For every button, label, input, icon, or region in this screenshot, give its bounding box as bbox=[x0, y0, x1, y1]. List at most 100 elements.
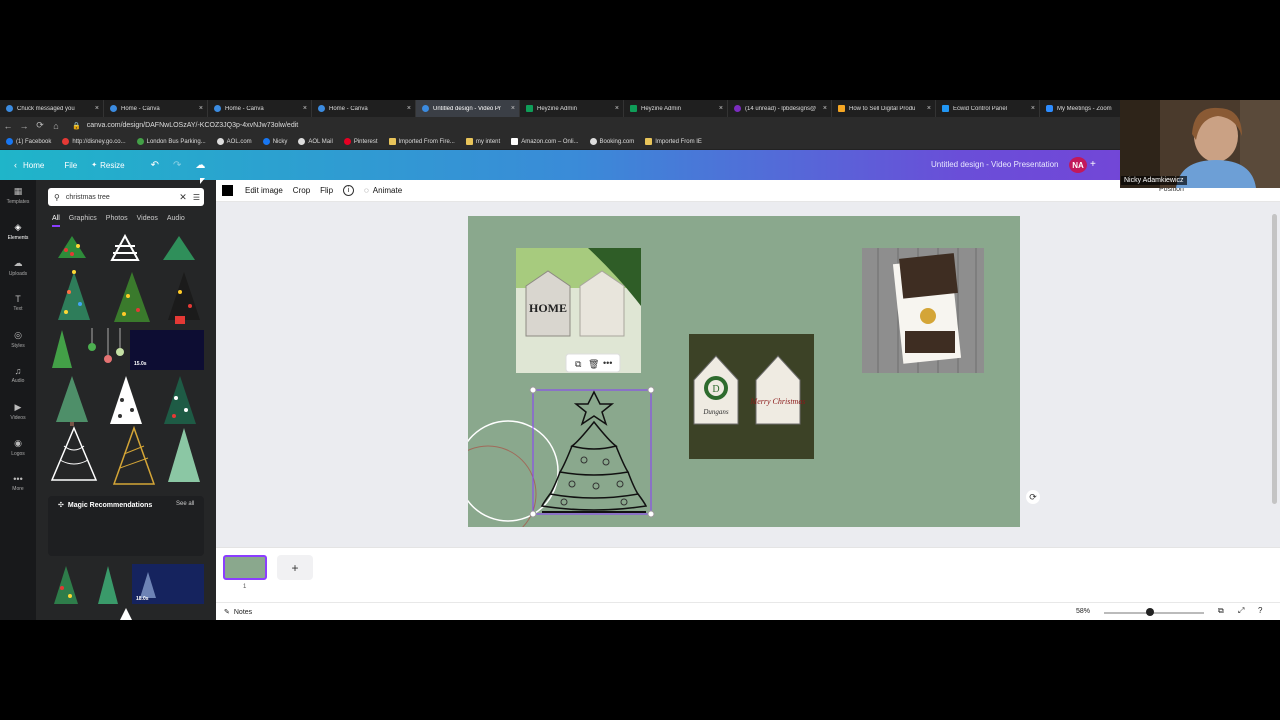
browser-tab-7[interactable]: Heyzine Admin × bbox=[624, 100, 728, 117]
browser-tab-6[interactable]: Heyzine Admin × bbox=[520, 100, 624, 117]
search-box[interactable]: ⚲ christmas tree ✕ ☰ bbox=[48, 188, 204, 206]
tree-result-8[interactable] bbox=[56, 376, 88, 426]
tree-result-15[interactable] bbox=[98, 566, 118, 604]
bookmark-item[interactable]: Booking.com bbox=[589, 138, 634, 145]
browser-tab-3[interactable]: Home - Canva × bbox=[208, 100, 312, 117]
close-tab-icon[interactable]: × bbox=[199, 105, 203, 112]
browser-tab-9[interactable]: How to Sell Digital Produ × bbox=[832, 100, 936, 117]
close-tab-icon[interactable]: × bbox=[511, 105, 515, 112]
home-icon[interactable]: ⌂ bbox=[48, 121, 64, 131]
browser-tab-10[interactable]: Ecwid Control Panel × bbox=[936, 100, 1040, 117]
url-field[interactable]: canva.com/design/DAFNwLOSzAY/-KCOZ3JQ3p-… bbox=[87, 122, 299, 129]
tree-result-11[interactable] bbox=[50, 426, 98, 481]
close-tab-icon[interactable]: × bbox=[95, 105, 99, 112]
resize-button[interactable]: ✦ Resize bbox=[91, 161, 124, 170]
tree-result-10[interactable] bbox=[164, 376, 196, 424]
info-icon[interactable]: i bbox=[343, 185, 355, 196]
tree-result-1[interactable] bbox=[58, 236, 86, 258]
close-tab-icon[interactable]: × bbox=[823, 105, 827, 112]
tree-result-6[interactable] bbox=[168, 272, 200, 324]
forward-icon[interactable]: → bbox=[16, 121, 32, 131]
rail-item-templates[interactable]: ▦ Templates bbox=[0, 186, 36, 205]
rail-item-more[interactable]: ••• More bbox=[0, 474, 36, 492]
filter-tab-videos[interactable]: Videos bbox=[137, 215, 158, 227]
close-tab-icon[interactable]: × bbox=[927, 105, 931, 112]
close-tab-icon[interactable]: × bbox=[719, 105, 723, 112]
zoom-level[interactable]: 58% bbox=[1076, 608, 1090, 615]
bookmark-item[interactable]: http://disney.go.co... bbox=[62, 138, 126, 145]
edit-image-button[interactable]: Edit image bbox=[245, 186, 283, 195]
tree-result-13[interactable] bbox=[168, 428, 200, 482]
more-options-icon[interactable]: ••• bbox=[603, 358, 612, 368]
resize-handle-tl[interactable] bbox=[529, 386, 537, 394]
brown-arc-decoration[interactable] bbox=[468, 445, 537, 527]
filter-tab-audio[interactable]: Audio bbox=[167, 215, 185, 227]
reload-icon[interactable]: ⟳ bbox=[32, 120, 48, 131]
rail-item-videos[interactable]: ▶ Videos bbox=[0, 402, 36, 421]
clear-search-icon[interactable]: ✕ bbox=[179, 192, 187, 203]
browser-tab-5[interactable]: Untitled design - Video Pr × bbox=[416, 100, 520, 117]
tree-result-2[interactable] bbox=[110, 233, 140, 261]
browser-tab-4[interactable]: Home - Canva × bbox=[312, 100, 416, 117]
rail-item-uploads[interactable]: ☁ Uploads bbox=[0, 258, 36, 277]
back-icon[interactable]: ← bbox=[0, 121, 16, 131]
fullscreen-icon[interactable]: ⤢ bbox=[1238, 606, 1244, 616]
photo-towel-wood[interactable] bbox=[862, 248, 984, 373]
rail-item-styles[interactable]: ◎ Styles bbox=[0, 330, 36, 349]
crop-button[interactable]: Crop bbox=[293, 186, 310, 195]
undo-icon[interactable]: ↶ bbox=[151, 160, 159, 171]
bookmark-item[interactable]: (1) Facebook bbox=[6, 138, 51, 145]
bookmark-item[interactable]: London Bus Parking... bbox=[136, 138, 206, 145]
close-tab-icon[interactable]: × bbox=[615, 105, 619, 112]
cloud-save-icon[interactable]: ☁ bbox=[195, 160, 205, 171]
vertical-scrollbar[interactable] bbox=[1272, 214, 1277, 504]
zoom-slider-knob[interactable] bbox=[1146, 608, 1154, 616]
design-page[interactable]: HOME D Dungans Merry Christmas ⧉ 🗑 ••• bbox=[468, 216, 1020, 527]
help-icon[interactable]: ? bbox=[1258, 606, 1262, 615]
photo-dungans-ornaments[interactable]: D Dungans Merry Christmas bbox=[689, 334, 814, 459]
tree-result-3[interactable] bbox=[163, 236, 195, 260]
filter-icon[interactable]: ☰ bbox=[193, 193, 200, 202]
tree-result-9[interactable] bbox=[110, 376, 142, 424]
rail-item-text[interactable]: T Text bbox=[0, 294, 36, 312]
notes-button[interactable]: ✎ Notes bbox=[224, 608, 252, 616]
bookmark-item[interactable]: AOL.com bbox=[216, 138, 252, 145]
tree-result-14[interactable] bbox=[54, 566, 78, 604]
tree-result-4[interactable] bbox=[58, 270, 90, 320]
bookmark-item[interactable]: Imported From IE bbox=[645, 138, 702, 145]
browser-tab-1[interactable]: Chuck messaged you × bbox=[0, 100, 104, 117]
zoom-slider-track[interactable] bbox=[1104, 612, 1204, 614]
page-thumbnail[interactable] bbox=[223, 555, 267, 580]
resize-handle-br[interactable] bbox=[647, 510, 655, 518]
bookmark-item[interactable]: Imported From Fire... bbox=[388, 138, 455, 145]
browser-tab-2[interactable]: Home - Canva × bbox=[104, 100, 208, 117]
page-count-icon[interactable]: ⧉ bbox=[1218, 606, 1224, 616]
bookmark-item[interactable]: Amazon.com – Onli... bbox=[511, 138, 579, 145]
tree-result-7[interactable] bbox=[52, 328, 124, 368]
copy-icon[interactable]: ⧉ bbox=[575, 359, 582, 369]
tree-result-5[interactable] bbox=[114, 272, 150, 322]
bookmark-item[interactable]: my intent bbox=[465, 138, 500, 145]
bookmark-item[interactable]: AOL Mail bbox=[298, 138, 333, 145]
color-swatch[interactable] bbox=[222, 185, 233, 196]
bookmark-item[interactable]: Nicky bbox=[262, 138, 287, 145]
flip-button[interactable]: Flip bbox=[320, 186, 333, 195]
tree-result-12[interactable] bbox=[112, 425, 156, 485]
browser-tab-8[interactable]: (14 unread) - lpbdesigns@ × bbox=[728, 100, 832, 117]
filter-tab-graphics[interactable]: Graphics bbox=[69, 215, 97, 227]
resize-handle-bl[interactable] bbox=[529, 510, 537, 518]
regenerate-icon[interactable]: ⟳ bbox=[1026, 490, 1040, 504]
resize-handle-tr[interactable] bbox=[647, 386, 655, 394]
add-page-button[interactable]: + bbox=[277, 555, 313, 580]
close-tab-icon[interactable]: × bbox=[303, 105, 307, 112]
selected-tree-graphic[interactable] bbox=[540, 390, 648, 513]
tree-result-16[interactable] bbox=[120, 608, 132, 620]
rail-item-elements[interactable]: ◈ Elements bbox=[0, 222, 36, 241]
rail-item-audio[interactable]: ♫ Audio bbox=[0, 366, 36, 384]
file-menu[interactable]: File bbox=[64, 161, 77, 170]
close-tab-icon[interactable]: × bbox=[1031, 105, 1035, 112]
rail-item-logos[interactable]: ◉ Logos bbox=[0, 438, 36, 457]
redo-icon[interactable]: ↷ bbox=[173, 160, 181, 171]
animate-button[interactable]: ◌ Animate bbox=[364, 186, 402, 195]
filter-tab-photos[interactable]: Photos bbox=[106, 215, 128, 227]
